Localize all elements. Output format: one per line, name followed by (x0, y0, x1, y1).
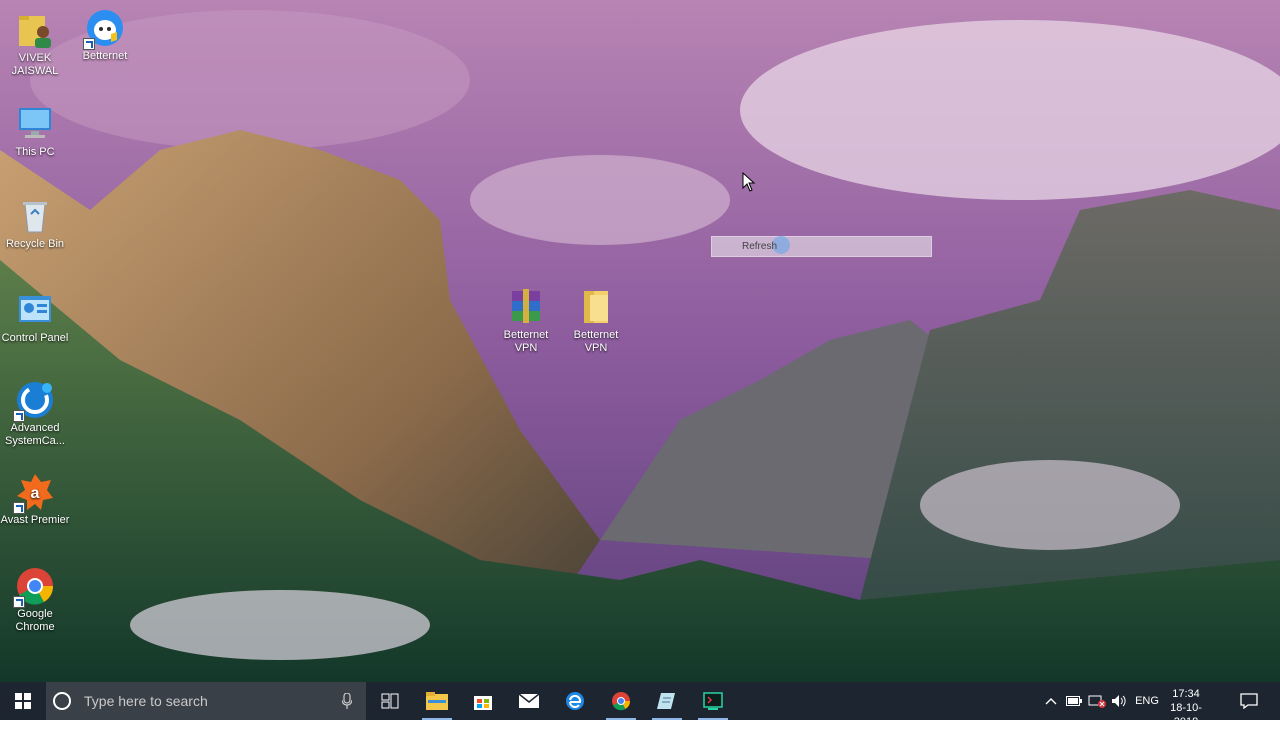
wallpaper-landscape (0, 0, 1280, 682)
notification-icon (1240, 693, 1258, 709)
taskbar-search-box[interactable] (46, 682, 366, 720)
chrome-icon (612, 692, 631, 711)
task-view-button[interactable] (367, 682, 413, 720)
taskbar-edge[interactable] (552, 682, 598, 720)
desktop-icon-betternet-vpn-archive[interactable]: Betternet VPN (491, 287, 561, 355)
clock-time: 17:34 (1172, 688, 1200, 700)
file-explorer-icon (426, 692, 448, 710)
speaker-icon (1112, 695, 1126, 707)
avast-icon: a (13, 472, 55, 514)
desktop-icon-label: Betternet VPN (573, 329, 619, 354)
search-input[interactable] (82, 692, 326, 710)
action-center-button[interactable] (1232, 682, 1266, 720)
mouse-cursor-icon (742, 172, 756, 192)
mail-icon (519, 694, 539, 708)
recycle-bin-icon (15, 196, 55, 236)
tray-battery[interactable] (1064, 682, 1084, 720)
context-menu: Refresh (711, 236, 932, 257)
battery-icon (1066, 696, 1082, 706)
clock-date: 18-10-2018 (1170, 702, 1202, 728)
computer-icon (15, 104, 55, 144)
control-panel-icon (15, 290, 55, 330)
desktop-icon-recycle-bin[interactable]: Recycle Bin (0, 196, 70, 251)
context-menu-item-refresh[interactable]: Refresh (742, 241, 777, 252)
shortcut-arrow-icon (13, 410, 25, 422)
desktop-icon-betternet[interactable]: Betternet (70, 8, 140, 63)
desktop-icon-label: Avast Premier (0, 514, 70, 526)
desktop-icon-betternet-vpn-folder[interactable]: Betternet VPN (561, 287, 631, 355)
shortcut-arrow-icon (13, 502, 25, 514)
tray-network[interactable] (1086, 682, 1108, 720)
start-button[interactable] (0, 682, 46, 720)
microphone-icon[interactable] (342, 693, 352, 709)
terminal-app-icon (703, 692, 723, 710)
windows-logo-icon (15, 693, 31, 709)
shortcut-arrow-icon (83, 38, 95, 50)
taskbar: ENG 17:34 18-10-2018 (0, 682, 1280, 728)
shortcut-arrow-icon (13, 596, 25, 608)
edge-icon (566, 692, 584, 710)
notepad-icon (657, 693, 675, 709)
folder-icon (576, 287, 616, 327)
user-folder-icon (15, 10, 55, 50)
taskbar-microsoft-store[interactable] (460, 682, 506, 720)
desktop-icon-label: Betternet VPN (503, 329, 549, 354)
desktop-icon-this-pc[interactable]: This PC (0, 104, 70, 159)
desktop-icon-label: Recycle Bin (5, 238, 65, 250)
desktop-icon-avast-premier[interactable]: a Avast Premier (0, 472, 70, 527)
store-icon (474, 696, 492, 710)
desktop-icon-label: Advanced SystemCa... (5, 422, 65, 447)
desktop-icon-label: Betternet (82, 50, 128, 62)
desktop-icon-label: Google Chrome (15, 608, 55, 633)
svg-text:a: a (31, 485, 40, 502)
desktop-icon-label: This PC (15, 146, 55, 158)
desktop-icon-advanced-systemcare[interactable]: Advanced SystemCa... (0, 380, 70, 448)
taskbar-app-terminal[interactable] (690, 682, 736, 720)
taskbar-file-explorer[interactable] (414, 682, 460, 720)
desktop-icon-label: VIVEK JAISWAL (11, 52, 59, 77)
advanced-systemcare-icon (13, 380, 55, 422)
desktop-icon-label: Control Panel (1, 332, 69, 344)
desktop-icon-control-panel[interactable]: Control Panel (0, 290, 70, 345)
desktop[interactable]: VIVEK JAISWAL Betternet This PC Recycle … (0, 0, 1280, 682)
chrome-icon (13, 566, 55, 608)
taskbar-chrome[interactable] (598, 682, 644, 720)
desktop-icon-user-folder[interactable]: VIVEK JAISWAL (0, 10, 70, 78)
taskbar-notepad[interactable] (644, 682, 690, 720)
task-view-icon (381, 693, 399, 709)
network-disconnected-icon (1088, 695, 1106, 708)
winrar-archive-icon (506, 287, 546, 327)
cortana-icon (53, 692, 71, 710)
taskbar-mail[interactable] (506, 682, 552, 720)
betternet-icon (83, 8, 125, 50)
chevron-up-icon (1045, 698, 1057, 705)
tray-volume[interactable] (1108, 682, 1130, 720)
language-indicator[interactable]: ENG (1132, 682, 1162, 720)
desktop-icon-google-chrome[interactable]: Google Chrome (0, 566, 70, 634)
show-hidden-icons-button[interactable] (1042, 682, 1060, 720)
taskbar-clock[interactable]: 17:34 18-10-2018 (1160, 682, 1212, 728)
